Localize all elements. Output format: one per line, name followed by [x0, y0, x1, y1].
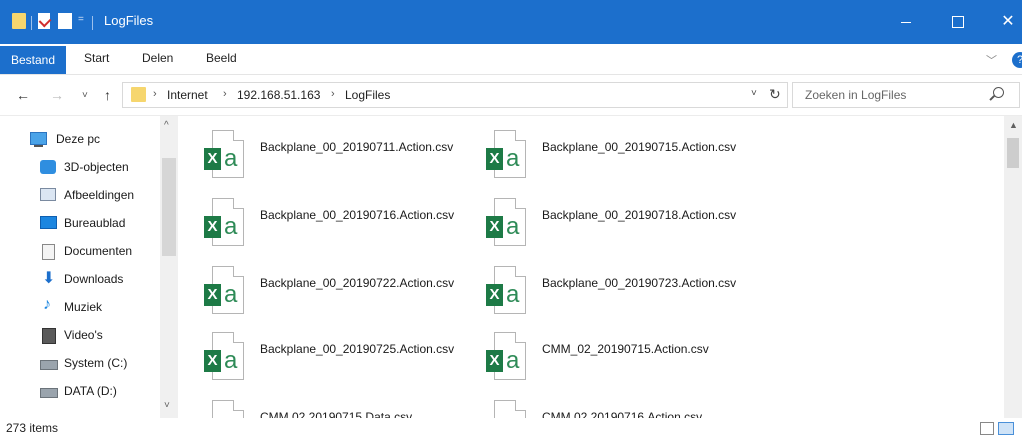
csv-file-icon: Xa	[484, 332, 530, 388]
file-item[interactable]: Xa Backplane_00_20190711.Action.csv	[180, 120, 460, 184]
search-placeholder: Zoeken in LogFiles	[805, 88, 907, 102]
quick-access-dropdown-icon[interactable]: =	[78, 14, 84, 32]
file-item[interactable]: Xa CMM 02 20190715.Data.csv	[180, 390, 460, 418]
folder-icon[interactable]	[12, 13, 26, 29]
scroll-down-icon[interactable]: ˅	[164, 400, 170, 411]
3d-objects-icon	[40, 160, 56, 174]
file-name: CMM 02 20190715.Data.csv	[260, 410, 413, 418]
file-name: Backplane_00_20190723.Action.csv	[542, 276, 737, 290]
toolbar-divider	[31, 16, 32, 30]
file-name: Backplane_00_20190715.Action.csv	[542, 140, 737, 154]
maximize-button[interactable]	[948, 12, 968, 32]
sidebar-item-label: Video's	[64, 328, 103, 342]
file-name: Backplane_00_20190722.Action.csv	[260, 276, 455, 290]
breadcrumb-logfiles[interactable]: LogFiles	[345, 88, 390, 102]
sidebar-item-label: Documenten	[64, 244, 133, 258]
breadcrumb-ip[interactable]: 192.168.51.163	[237, 88, 320, 102]
scrollbar-thumb[interactable]	[162, 158, 176, 256]
item-count: 273 items	[6, 421, 59, 435]
up-arrow-icon[interactable]: ↑	[104, 87, 111, 103]
breadcrumb-internet[interactable]: Internet	[167, 88, 208, 102]
file-list-scrollbar[interactable]: ▲	[1004, 116, 1022, 418]
tab-start[interactable]: Start	[84, 51, 109, 65]
sidebar-item-label: Afbeeldingen	[64, 188, 135, 202]
pc-icon	[30, 132, 47, 147]
file-item[interactable]: Xa Backplane_00_20190716.Action.csv	[180, 188, 460, 252]
refresh-icon[interactable]: ↻	[769, 86, 781, 103]
csv-file-icon: Xa	[202, 332, 248, 388]
csv-file-icon: Xa	[484, 130, 530, 186]
address-dropdown-icon[interactable]: ˅	[751, 88, 757, 99]
csv-file-icon: Xa	[484, 266, 530, 322]
close-button[interactable]: ✕	[998, 12, 1018, 32]
breadcrumb-separator[interactable]: ›	[331, 88, 335, 100]
csv-file-icon: Xa	[202, 198, 248, 254]
folder-icon	[131, 87, 146, 102]
address-bar[interactable]: › Internet › 192.168.51.163 › LogFiles ˅…	[122, 82, 788, 108]
details-view-icon[interactable]	[980, 422, 994, 435]
file-item[interactable]: Xa Backplane_00_20190725.Action.csv	[180, 322, 460, 386]
large-icons-view-icon[interactable]	[998, 422, 1014, 435]
csv-file-icon: Xa	[484, 400, 530, 418]
ribbon-expand-icon[interactable]: ﹀	[986, 52, 997, 68]
properties-icon[interactable]	[38, 13, 50, 29]
scroll-up-icon[interactable]: ▲	[1009, 120, 1018, 130]
file-item[interactable]: Xa CMM 02 20190716.Action.csv	[462, 390, 742, 418]
minimize-button[interactable]	[896, 12, 916, 32]
csv-file-icon: Xa	[202, 266, 248, 322]
system-drive-icon	[40, 360, 58, 370]
file-name: CMM_02_20190715.Action.csv	[542, 342, 709, 356]
recent-locations-icon[interactable]: ˅	[82, 90, 88, 101]
videos-icon	[42, 328, 56, 344]
music-icon: ♪	[43, 296, 51, 313]
sidebar-item-label: 3D-objecten	[64, 160, 129, 174]
tab-view[interactable]: Beeld	[206, 51, 237, 65]
file-name: Backplane_00_20190716.Action.csv	[260, 208, 455, 222]
toolbar-divider	[92, 16, 93, 30]
sidebar-item-label: System (C:)	[64, 356, 128, 370]
sidebar-item-label: Muziek	[64, 300, 103, 314]
csv-file-icon: Xa	[484, 198, 530, 254]
pictures-icon	[40, 188, 56, 201]
address-row: ← → ˅ ↑ › Internet › 192.168.51.163 › Lo…	[0, 75, 1022, 116]
forward-arrow-icon[interactable]: →	[50, 87, 64, 103]
file-item[interactable]: Xa CMM_02_20190715.Action.csv	[462, 322, 742, 386]
scroll-up-icon[interactable]: ^	[164, 120, 169, 131]
tab-share[interactable]: Delen	[142, 51, 173, 65]
search-icon[interactable]	[993, 87, 1004, 98]
csv-file-icon: Xa	[202, 400, 248, 418]
file-name: Backplane_00_20190711.Action.csv	[260, 140, 454, 154]
data-drive-icon	[40, 388, 58, 398]
title-bar: = LogFiles ✕	[0, 0, 1022, 44]
navigation-pane: Deze pc 3D-objecten Afbeeldingen Bureaub…	[0, 116, 180, 418]
file-name: Backplane_00_20190725.Action.csv	[260, 342, 455, 356]
file-item[interactable]: Xa Backplane_00_20190722.Action.csv	[180, 256, 460, 320]
documents-icon	[42, 244, 55, 260]
window-title: LogFiles	[104, 13, 154, 28]
file-item[interactable]: Xa Backplane_00_20190715.Action.csv	[462, 120, 742, 184]
file-name: Backplane_00_20190718.Action.csv	[542, 208, 737, 222]
status-bar: 273 items	[0, 418, 1022, 438]
file-item[interactable]: Xa Backplane_00_20190718.Action.csv	[462, 188, 742, 252]
search-input[interactable]: Zoeken in LogFiles	[792, 82, 1020, 108]
sidebar-item-label: Bureaublad	[64, 216, 126, 230]
breadcrumb-separator[interactable]: ›	[153, 88, 157, 100]
sidebar-scrollbar[interactable]: ^ ˅	[160, 116, 178, 418]
tab-file[interactable]: Bestand	[0, 46, 66, 74]
back-arrow-icon[interactable]: ←	[16, 87, 30, 103]
sidebar-item-label: Deze pc	[56, 132, 101, 146]
scrollbar-thumb[interactable]	[1007, 138, 1019, 168]
file-list: Xa Backplane_00_20190711.Action.csv Xa B…	[180, 116, 1004, 418]
csv-file-icon: Xa	[202, 130, 248, 186]
file-name: CMM 02 20190716.Action.csv	[542, 410, 703, 418]
file-item[interactable]: Xa Backplane_00_20190723.Action.csv	[462, 256, 742, 320]
breadcrumb-separator[interactable]: ›	[223, 88, 227, 100]
sidebar-item-label: Downloads	[64, 272, 124, 286]
ribbon-tabs: Bestand Start Delen Beeld ﹀ ?	[0, 44, 1022, 75]
sidebar-item-label: DATA (D:)	[64, 384, 117, 398]
downloads-icon: ⬇	[42, 270, 56, 287]
new-folder-icon[interactable]	[58, 13, 72, 29]
desktop-icon	[40, 216, 57, 229]
help-icon[interactable]: ?	[1012, 52, 1022, 68]
